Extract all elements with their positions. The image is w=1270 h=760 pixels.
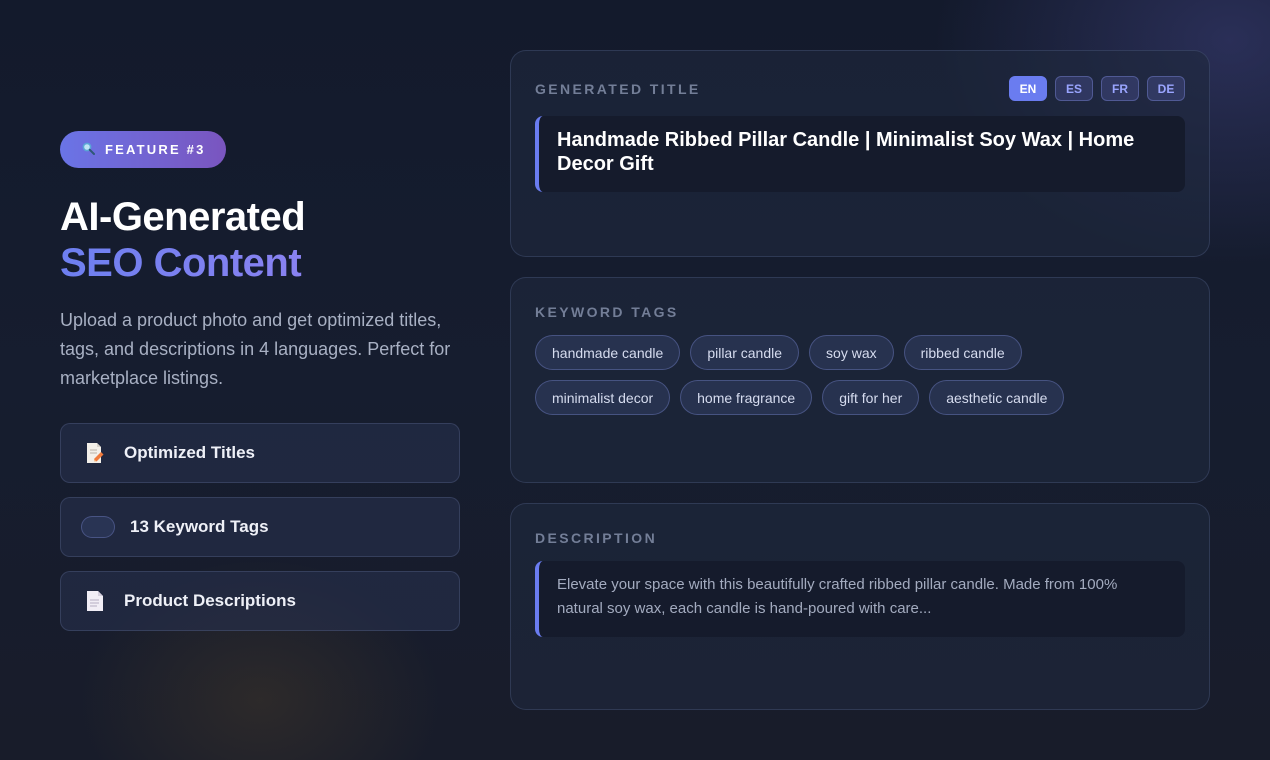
language-tab-fr[interactable]: FR	[1101, 76, 1139, 101]
description-card: DESCRIPTION Elevate your space with this…	[510, 503, 1210, 710]
headline-line-2: SEO Content	[60, 240, 460, 286]
feature-badge: FEATURE #3	[60, 131, 226, 168]
description-box: Elevate your space with this beautifully…	[535, 561, 1185, 637]
language-tab-en[interactable]: EN	[1009, 76, 1047, 101]
generated-title-card: GENERATED TITLE EN ES FR DE Handmade Rib…	[510, 50, 1210, 257]
keyword-tags-card: KEYWORD TAGS handmade candle pillar cand…	[510, 277, 1210, 483]
feature-headline: AI-Generated SEO Content	[60, 194, 460, 286]
keyword-tag: pillar candle	[690, 335, 800, 370]
tag-icon	[81, 516, 115, 538]
keyword-tags-label: KEYWORD TAGS	[535, 304, 679, 320]
language-tab-es[interactable]: ES	[1055, 76, 1093, 101]
generated-title-text: Handmade Ribbed Pillar Candle | Minimali…	[557, 129, 1135, 175]
feature-item-optimized-titles: Optimized Titles	[60, 423, 460, 483]
keyword-tag: soy wax	[809, 335, 894, 370]
feature-item-product-descriptions: Product Descriptions	[60, 571, 460, 631]
language-switcher: EN ES FR DE	[1009, 76, 1185, 101]
magnifier-icon	[82, 142, 95, 158]
generated-title-label: GENERATED TITLE	[535, 81, 701, 97]
description-text: Elevate your space with this beautifully…	[557, 576, 1118, 617]
document-icon	[85, 590, 105, 612]
headline-line-1: AI-Generated	[60, 195, 306, 239]
keyword-tag: ribbed candle	[903, 335, 1022, 370]
description-label: DESCRIPTION	[535, 530, 658, 546]
feature-intro: FEATURE #3 AI-Generated SEO Content Uplo…	[60, 131, 460, 631]
keyword-tag: handmade candle	[535, 335, 681, 370]
feature-badge-label: FEATURE #3	[105, 142, 206, 157]
feature-item-keyword-tags: 13 Keyword Tags	[60, 497, 460, 557]
keyword-tag: home fragrance	[680, 380, 813, 415]
feature-item-label: 13 Keyword Tags	[130, 517, 269, 536]
feature-list: Optimized Titles 13 Keyword Tags Product…	[60, 423, 460, 631]
feature-item-label: Product Descriptions	[124, 591, 296, 610]
keyword-tag-list: handmade candle pillar candle soy wax ri…	[535, 335, 1135, 415]
language-tab-de[interactable]: DE	[1147, 76, 1185, 101]
keyword-tag: gift for her	[822, 380, 920, 415]
generated-title-box: Handmade Ribbed Pillar Candle | Minimali…	[535, 116, 1185, 192]
pencil-document-icon	[85, 442, 105, 464]
feature-description: Upload a product photo and get optimized…	[60, 310, 451, 388]
feature-item-label: Optimized Titles	[124, 443, 255, 462]
keyword-tag: aesthetic candle	[929, 380, 1065, 415]
keyword-tag: minimalist decor	[535, 380, 671, 415]
